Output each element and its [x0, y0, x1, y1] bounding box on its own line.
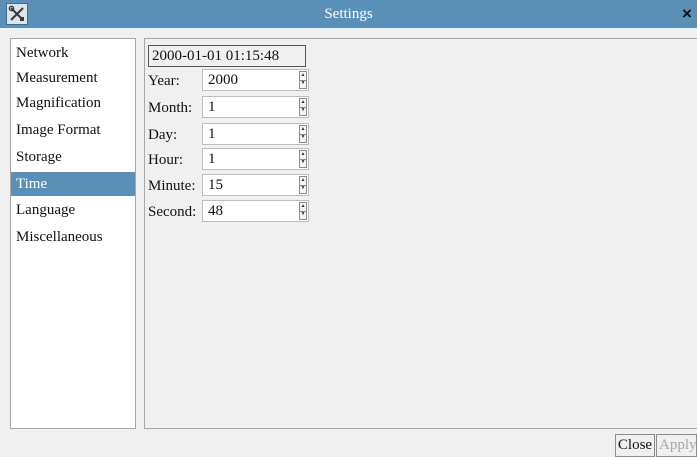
month-decrement-icon[interactable]: ▼ [300, 107, 306, 115]
second-spin-buttons: ▲ ▼ [299, 202, 307, 220]
close-icon[interactable]: × [682, 0, 697, 28]
title-bar: Settings × [0, 0, 697, 28]
month-spinbox[interactable]: 1 ▲ ▼ [202, 96, 309, 118]
sidebar-item-magnification[interactable]: Magnification [11, 91, 135, 115]
hour-spinbox[interactable]: 1 ▲ ▼ [202, 148, 309, 170]
day-value[interactable]: 1 [208, 124, 216, 144]
day-decrement-icon[interactable]: ▼ [300, 134, 306, 142]
year-spin-buttons: ▲ ▼ [299, 71, 307, 89]
hour-decrement-icon[interactable]: ▼ [300, 159, 306, 167]
month-spin-buttons: ▲ ▼ [299, 98, 307, 116]
day-spinbox[interactable]: 1 ▲ ▼ [202, 123, 309, 145]
month-label: Month: [148, 100, 193, 116]
hour-value[interactable]: 1 [208, 149, 216, 169]
second-decrement-icon[interactable]: ▼ [300, 211, 306, 219]
minute-value[interactable]: 15 [208, 175, 223, 195]
second-value[interactable]: 48 [208, 201, 223, 221]
day-spin-buttons: ▲ ▼ [299, 125, 307, 143]
sidebar-item-time[interactable]: Time [11, 172, 135, 196]
hour-spin-buttons: ▲ ▼ [299, 150, 307, 168]
minute-spinbox[interactable]: 15 ▲ ▼ [202, 174, 309, 196]
sidebar-item-language[interactable]: Language [11, 198, 135, 222]
sidebar-item-storage[interactable]: Storage [11, 145, 135, 169]
year-spinbox[interactable]: 2000 ▲ ▼ [202, 69, 309, 91]
month-value[interactable]: 1 [208, 97, 216, 117]
year-decrement-icon[interactable]: ▼ [300, 80, 306, 88]
settings-category-list: Network Measurement Magnification Image … [10, 38, 136, 429]
second-label: Second: [148, 204, 197, 220]
sidebar-item-network[interactable]: Network [11, 41, 135, 65]
close-button[interactable]: Close [615, 434, 655, 457]
minute-label: Minute: [148, 178, 196, 194]
sidebar-item-image-format[interactable]: Image Format [11, 118, 135, 142]
minute-spin-buttons: ▲ ▼ [299, 176, 307, 194]
year-label: Year: [148, 73, 180, 89]
current-datetime-display: 2000-01-01 01:15:48 [148, 45, 306, 67]
sidebar-item-miscellaneous[interactable]: Miscellaneous [11, 225, 135, 249]
day-label: Day: [148, 127, 178, 143]
sidebar-item-measurement[interactable]: Measurement [11, 66, 135, 90]
minute-decrement-icon[interactable]: ▼ [300, 185, 306, 193]
apply-button[interactable]: Apply [656, 434, 697, 457]
year-value[interactable]: 2000 [208, 70, 238, 90]
hour-label: Hour: [148, 152, 183, 168]
window-title: Settings [324, 6, 373, 22]
second-spinbox[interactable]: 48 ▲ ▼ [202, 200, 309, 222]
